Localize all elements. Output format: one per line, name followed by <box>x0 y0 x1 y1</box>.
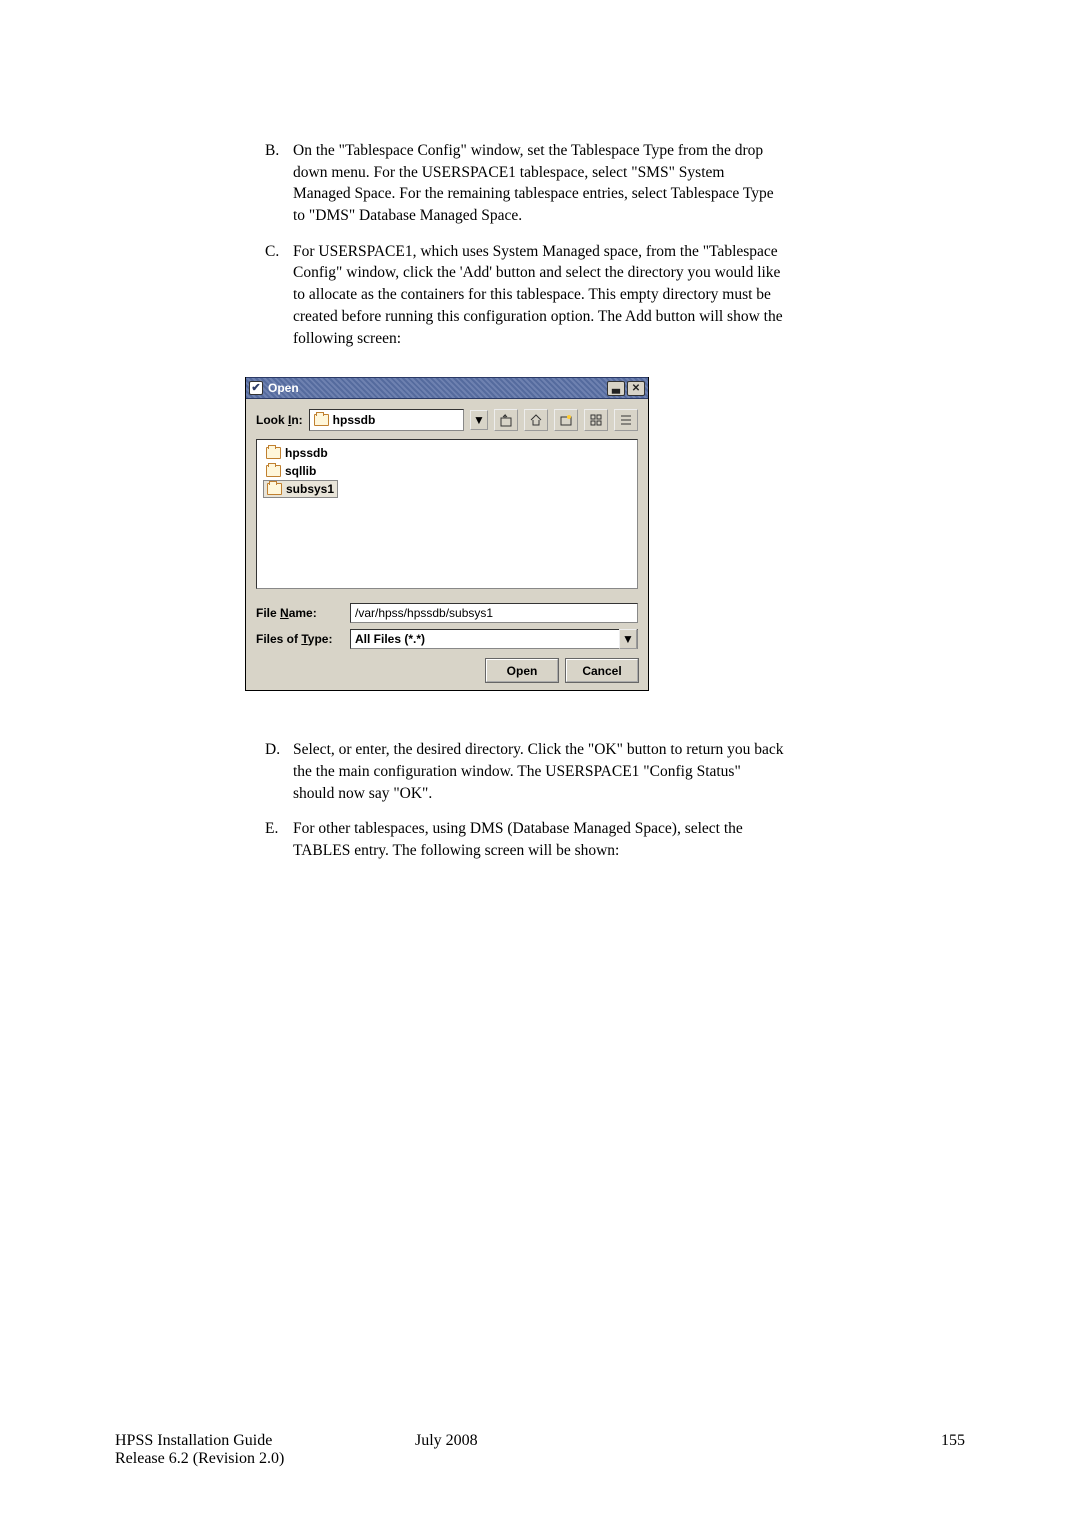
open-button[interactable]: Open <box>486 659 558 682</box>
look-in-label: Look In: <box>256 413 303 427</box>
footer-release: Release 6.2 (Revision 2.0) <box>115 1450 415 1468</box>
list-item[interactable]: hpssdb <box>263 444 331 462</box>
footer-date: July 2008 <box>415 1432 715 1468</box>
page-footer: HPSS Installation Guide Release 6.2 (Rev… <box>115 1432 965 1468</box>
list-item: C. For USERSPACE1, which uses System Man… <box>265 241 785 349</box>
close-button[interactable]: ✕ <box>627 381 645 396</box>
folder-icon <box>267 483 282 495</box>
instruction-list-continued: D. Select, or enter, the desired directo… <box>265 739 785 861</box>
open-dialog: ✔ Open ▃ ✕ Look In: hpssdb ▼ <box>245 377 649 691</box>
folder-icon <box>266 465 281 477</box>
file-list[interactable]: hpssdb sqllib subsys1 <box>256 439 638 589</box>
list-text: For other tablespaces, using DMS (Databa… <box>293 818 785 861</box>
list-view-button[interactable] <box>584 409 608 431</box>
detail-view-button[interactable] <box>614 409 638 431</box>
list-marker: B. <box>265 140 293 227</box>
app-icon: ✔ <box>249 381 263 395</box>
list-item: B. On the "Tablespace Config" window, se… <box>265 140 785 227</box>
dropdown-button[interactable]: ▼ <box>619 629 637 649</box>
list-item: D. Select, or enter, the desired directo… <box>265 739 785 804</box>
list-text: Select, or enter, the desired directory.… <box>293 739 785 804</box>
dialog-body: Look In: hpssdb ▼ hpssdb <box>246 399 648 690</box>
folder-icon <box>314 414 329 426</box>
document-body: B. On the "Tablespace Config" window, se… <box>265 140 785 862</box>
new-folder-button[interactable] <box>554 409 578 431</box>
list-marker: D. <box>265 739 293 804</box>
up-folder-button[interactable] <box>494 409 518 431</box>
instruction-list: B. On the "Tablespace Config" window, se… <box>265 140 785 349</box>
dialog-buttons: Open Cancel <box>256 659 638 682</box>
look-in-value: hpssdb <box>333 413 376 427</box>
list-text: For USERSPACE1, which uses System Manage… <box>293 241 785 349</box>
file-name-input[interactable]: /var/hpss/hpssdb/subsys1 <box>350 603 638 623</box>
look-in-select[interactable]: hpssdb <box>309 409 464 431</box>
footer-page-number: 155 <box>715 1432 965 1468</box>
file-name: subsys1 <box>286 482 334 496</box>
dialog-title: Open <box>268 381 299 395</box>
list-marker: C. <box>265 241 293 349</box>
list-item[interactable]: sqllib <box>263 462 319 480</box>
dialog-titlebar: ✔ Open ▃ ✕ <box>246 377 648 399</box>
files-of-type-select[interactable]: All Files (*.*) ▼ <box>350 629 638 649</box>
minimize-button[interactable]: ▃ <box>607 381 625 396</box>
cancel-button[interactable]: Cancel <box>566 659 638 682</box>
file-name: sqllib <box>285 464 316 478</box>
list-item: E. For other tablespaces, using DMS (Dat… <box>265 818 785 861</box>
footer-title: HPSS Installation Guide <box>115 1432 415 1450</box>
file-name-label: File Name: <box>256 606 342 620</box>
list-marker: E. <box>265 818 293 861</box>
files-of-type-label: Files of Type: <box>256 632 342 646</box>
list-text: On the "Tablespace Config" window, set t… <box>293 140 785 227</box>
file-name-type-rows: File Name: /var/hpss/hpssdb/subsys1 File… <box>256 603 638 649</box>
folder-icon <box>266 447 281 459</box>
look-in-row: Look In: hpssdb ▼ <box>256 409 638 431</box>
home-button[interactable] <box>524 409 548 431</box>
list-item-selected[interactable]: subsys1 <box>263 480 338 498</box>
dropdown-button[interactable]: ▼ <box>470 410 488 430</box>
file-name: hpssdb <box>285 446 328 460</box>
